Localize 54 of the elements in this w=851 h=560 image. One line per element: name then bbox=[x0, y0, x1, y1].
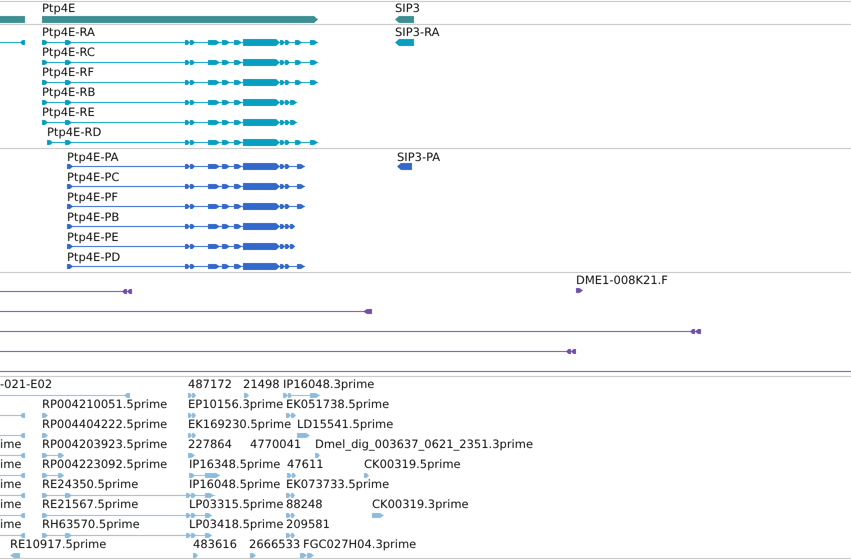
feature-label: Ptp4E bbox=[42, 1, 76, 15]
feature-label: LD15541.5prime bbox=[297, 417, 394, 431]
feature-label: 4770041 bbox=[250, 437, 302, 451]
feature-label: SIP3-RA bbox=[395, 25, 440, 39]
feature-label: 88248 bbox=[286, 497, 323, 511]
feature-label: FGC027H04.3prime bbox=[303, 537, 416, 551]
feature-label: ime bbox=[0, 457, 22, 471]
feature-label: ime bbox=[0, 517, 22, 531]
feature-label: EK073733.5prime bbox=[286, 477, 390, 491]
feature-label: ime bbox=[0, 437, 22, 451]
feature-label: Ptp4E-PC bbox=[67, 170, 120, 184]
feature-label: Ptp4E-PB bbox=[67, 210, 120, 224]
feature-label: RE24350.5prime bbox=[42, 477, 138, 491]
feature-label: RP004210051.5prime bbox=[42, 397, 168, 411]
feature-label: SIP3 bbox=[395, 1, 420, 15]
feature-label: ime bbox=[0, 477, 22, 491]
feature-label: 487172 bbox=[188, 377, 232, 391]
feature-label: RP004203923.5prime bbox=[42, 437, 168, 451]
feature-label: IP16048.5prime bbox=[189, 477, 280, 491]
feature-label: 209581 bbox=[286, 517, 330, 531]
feature-label: Ptp4E-RE bbox=[42, 105, 95, 119]
feature-label: Ptp4E-RC bbox=[42, 45, 95, 59]
feature-label: DME1-008K21.F bbox=[576, 273, 668, 287]
feature-label: RE10917.5prime bbox=[10, 537, 106, 551]
feature-label: LP03315.5prime bbox=[189, 497, 284, 511]
feature-label: CK00319.3prime bbox=[372, 497, 469, 511]
feature-label: 21498 bbox=[243, 377, 280, 391]
feature-label: SIP3-PA bbox=[397, 150, 440, 164]
feature-label: IP16048.3prime bbox=[283, 377, 374, 391]
feature-label: 47611 bbox=[287, 457, 324, 471]
feature-label: Ptp4E-PD bbox=[67, 250, 120, 264]
feature-label: -021-E02 bbox=[0, 377, 52, 391]
feature-label: RP004223092.5prime bbox=[42, 457, 168, 471]
feature-label: 227864 bbox=[188, 437, 232, 451]
feature-label: EP10156.3prime bbox=[188, 397, 284, 411]
feature-label: Ptp4E-RB bbox=[42, 85, 96, 99]
feature-label: Ptp4E-RD bbox=[47, 125, 102, 139]
feature-label: RP004404222.5prime bbox=[42, 417, 168, 431]
feature-label: CK00319.5prime bbox=[364, 457, 461, 471]
feature-label: Ptp4E-RF bbox=[42, 65, 94, 79]
feature-label: Dmel_dig_003637_0621_2351.3prime bbox=[315, 437, 534, 451]
feature-label: 2666533 bbox=[249, 537, 300, 551]
feature-label: RH63570.5prime bbox=[42, 517, 140, 531]
feature-label: ime bbox=[0, 497, 22, 511]
feature-label: RE21567.5prime bbox=[42, 497, 138, 511]
feature-label: LP03418.5prime bbox=[189, 517, 284, 531]
feature-label: Ptp4E-PF bbox=[67, 190, 118, 204]
feature-label: IP16348.5prime bbox=[189, 457, 280, 471]
feature-label: 483616 bbox=[193, 537, 237, 551]
feature-label: Ptp4E-PE bbox=[67, 230, 119, 244]
feature-label: Ptp4E-RA bbox=[42, 25, 95, 39]
feature-label: EK051738.5prime bbox=[286, 397, 390, 411]
feature-label: EK169230.5prime bbox=[188, 417, 292, 431]
feature-label: Ptp4E-PA bbox=[67, 150, 119, 164]
